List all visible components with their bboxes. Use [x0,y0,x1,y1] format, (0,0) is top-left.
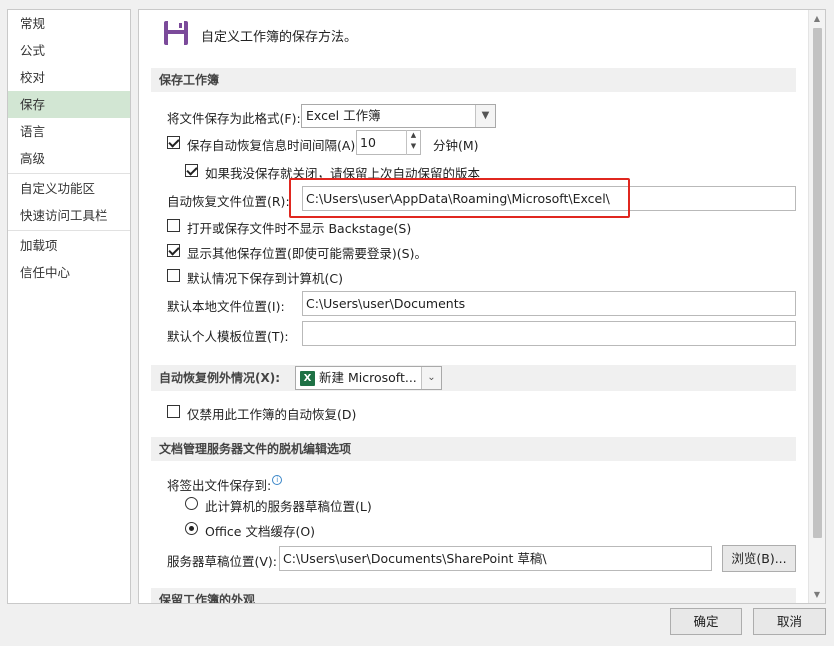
disable-autorecover-checkbox[interactable] [167,405,180,418]
server-drafts-radio[interactable] [185,497,198,510]
exceptions-workbook-value: 新建 Microsoft... [319,370,417,385]
exceptions-title: 自动恢复例外情况(X): [159,371,281,385]
sidebar-item-customize-ribbon[interactable]: 自定义功能区 [8,175,130,202]
save-format-label: 将文件保存为此格式(F): [167,111,301,126]
autorecover-checkbox[interactable] [167,136,180,149]
save-to-computer-label: 默认情况下保存到计算机(C) [187,271,343,286]
sidebar-item-trust-center[interactable]: 信任中心 [8,259,130,286]
section-save-workbooks: 保存工作簿 [151,68,796,92]
sidebar-item-proofing[interactable]: 校对 [8,64,130,91]
spin-down-icon[interactable]: ▼ [407,141,420,152]
section-preserve-appearance: 保留工作簿的外观 [151,588,796,603]
chevron-down-icon[interactable]: ⌄ [421,367,441,389]
sidebar-item-save[interactable]: 保存 [8,91,130,118]
page-title: 自定义工作簿的保存方法。 [201,30,358,45]
server-drafts-location-label: 服务器草稿位置(V): [167,554,278,569]
default-local-location-value: C:\Users\user\Documents [306,296,466,311]
chevron-down-icon[interactable]: ▼ [475,105,495,127]
scroll-down-icon[interactable]: ▼ [809,586,825,603]
autorecover-location-label: 自动恢复文件位置(R): [167,194,290,209]
sidebar-item-advanced[interactable]: 高级 [8,145,130,172]
save-to-computer-checkbox[interactable] [167,269,180,282]
office-cache-label: Office 文档缓存(O) [205,524,316,539]
exceptions-workbook-select[interactable]: X 新建 Microsoft... ⌄ [295,366,442,390]
sidebar-divider [8,173,130,174]
vertical-scrollbar[interactable]: ▲ ▼ [808,10,825,603]
keep-last-version-checkbox[interactable] [185,164,198,177]
no-backstage-checkbox[interactable] [167,219,180,232]
minutes-spinner[interactable]: ▲ ▼ [406,130,420,155]
section-autorecover-exceptions: 自动恢复例外情况(X): [151,365,796,391]
server-drafts-location-input[interactable]: C:\Users\user\Documents\SharePoint 草稿\ [279,546,712,571]
sidebar-item-formulas[interactable]: 公式 [8,37,130,64]
minutes-label: 分钟(M) [433,138,479,153]
cancel-button[interactable]: 取消 [753,608,826,635]
sidebar-divider [8,230,130,231]
autorecover-label: 保存自动恢复信息时间间隔(A) [187,138,356,153]
excel-icon: X [300,371,315,386]
sidebar-item-general[interactable]: 常规 [8,10,130,37]
sidebar-item-addins[interactable]: 加载项 [8,232,130,259]
default-template-location-input[interactable] [302,321,796,346]
info-icon: i [272,475,283,485]
no-backstage-label: 打开或保存文件时不显示 Backstage(S) [187,221,412,236]
sidebar-item-quick-access[interactable]: 快速访问工具栏 [8,202,130,229]
show-other-locations-checkbox[interactable] [167,244,180,257]
options-sidebar: 常规 公式 校对 保存 语言 高级 自定义功能区 快速访问工具栏 加载项 信任中… [7,9,131,604]
save-checked-out-text: 将签出文件保存到: [167,478,272,493]
options-main-panel: 自定义工作簿的保存方法。 保存工作簿 将文件保存为此格式(F): Excel 工… [138,9,826,604]
scrollbar-thumb[interactable] [813,28,822,538]
spin-up-icon[interactable]: ▲ [407,130,420,141]
highlight-annotation-box [289,178,630,218]
browse-button[interactable]: 浏览(B)... [722,545,796,572]
floppy-disk-icon [164,21,188,45]
disable-autorecover-label: 仅禁用此工作簿的自动恢复(D) [187,407,357,422]
scroll-up-icon[interactable]: ▲ [809,10,825,27]
default-local-location-label: 默认本地文件位置(I): [167,299,285,314]
save-format-select[interactable]: Excel 工作簿 ▼ [301,104,496,128]
show-other-locations-label: 显示其他保存位置(即使可能需要登录)(S)。 [187,246,427,261]
autorecover-minutes-value: 10 [360,135,376,150]
office-cache-radio[interactable] [185,522,198,535]
section-offline-editing: 文档管理服务器文件的脱机编辑选项 [151,437,796,461]
default-local-location-input[interactable]: C:\Users\user\Documents [302,291,796,316]
ok-button[interactable]: 确定 [670,608,742,635]
server-drafts-location-value: C:\Users\user\Documents\SharePoint 草稿\ [283,551,547,566]
sidebar-item-language[interactable]: 语言 [8,118,130,145]
default-template-location-label: 默认个人模板位置(T): [167,329,289,344]
save-checked-out-label: 将签出文件保存到: i [167,475,283,494]
save-format-value: Excel 工作簿 [306,108,381,123]
server-drafts-label: 此计算机的服务器草稿位置(L) [205,499,372,514]
